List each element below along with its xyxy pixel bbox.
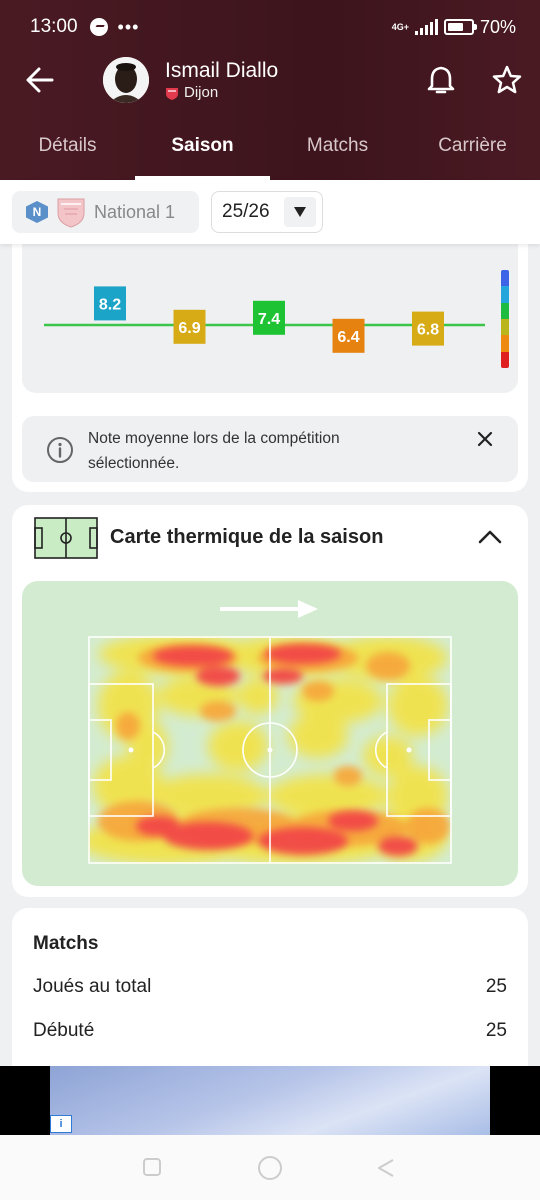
chevron-up-icon[interactable] [476, 525, 504, 549]
matches-title: Matchs [33, 933, 99, 954]
signal-icon [414, 19, 438, 35]
heatmap-card: Carte thermique de la saison [12, 505, 528, 897]
arrow-right-icon [220, 600, 318, 618]
scale-segment [501, 270, 509, 287]
stat-row: Débuté 25 [33, 1020, 507, 1042]
messenger-icon [89, 18, 108, 36]
heat-blob [258, 827, 348, 855]
heat-blob [328, 811, 378, 831]
rating-value: 6.4 [337, 329, 359, 346]
season-ratings-card: 8.2 6.9 7.4 6.4 6.8 Note moyenne lors de la … [12, 240, 528, 492]
heat-blob [116, 712, 140, 740]
status-time: 13:00 [30, 16, 78, 37]
heat-blob [238, 678, 278, 714]
season-value: 25/26 [222, 201, 270, 222]
heat-blob [388, 676, 448, 736]
club-name: Dijon [184, 84, 219, 101]
scale-segment [501, 286, 509, 303]
home-button-icon[interactable] [257, 1155, 283, 1181]
rating-badge[interactable]: 6.8 [412, 311, 444, 346]
stat-label: Joués au total [33, 976, 152, 997]
scale-segment [501, 302, 509, 319]
star-outline-icon[interactable] [491, 64, 523, 96]
club-row[interactable]: Dijon [165, 84, 218, 101]
dropdown-toggle[interactable] [284, 197, 316, 227]
recents-button-icon[interactable] [142, 1157, 162, 1177]
heat-blob [153, 646, 233, 666]
heat-blob [366, 652, 410, 680]
matches-card: Matchs Joués au total 25 Débuté 25 [12, 908, 528, 1083]
heat-blob [363, 736, 413, 776]
tab-details[interactable]: Détails [0, 118, 135, 180]
club-crest-icon [166, 87, 178, 100]
info-text: Note moyenne lors de la compétition séle… [88, 430, 340, 472]
stat-value: 25 [485, 976, 507, 997]
player-name: Ismail Diallo [165, 59, 279, 82]
heat-blob [136, 816, 180, 836]
info-icon [47, 437, 73, 463]
rating-color-scale [501, 270, 509, 368]
stat-label: Débuté [33, 1020, 95, 1041]
dijon-crest-icon [57, 198, 85, 228]
tab-matchs[interactable]: Matchs [270, 118, 405, 180]
competition-selector[interactable]: N National 1 [12, 191, 199, 233]
more-notifications-icon: ••• [117, 16, 140, 37]
ratings-chart: 8.2 6.9 7.4 6.4 6.8 [22, 240, 518, 393]
battery-percent: 70% [479, 16, 516, 37]
rating-value: 6.8 [417, 322, 439, 339]
heat-blob [302, 681, 334, 701]
system-nav-bar [0, 1135, 540, 1200]
tab-bar: Détails Saison Matchs Carrière [0, 118, 540, 180]
season-selector[interactable]: 25/26 [211, 191, 323, 233]
scale-segment [501, 318, 509, 336]
back-arrow-icon[interactable] [22, 62, 58, 98]
filter-bar: N National 1 25/26 [0, 180, 540, 244]
close-icon[interactable] [475, 429, 495, 449]
bell-icon[interactable] [426, 64, 456, 96]
tab-saison[interactable]: Saison [135, 118, 270, 180]
heat-blob [334, 766, 362, 786]
tab-carriere[interactable]: Carrière [405, 118, 540, 180]
heat-blob [265, 644, 341, 664]
rating-badge[interactable]: 7.4 [253, 300, 285, 335]
pitch-icon [34, 517, 98, 559]
rating-badge[interactable]: 8.2 [94, 286, 126, 321]
triangle-down-icon [294, 207, 306, 217]
battery-icon [443, 19, 477, 35]
heat-blob [196, 666, 240, 686]
rating-value: 6.9 [178, 320, 200, 337]
rating-badge[interactable]: 6.4 [332, 318, 365, 353]
ad-image[interactable] [50, 1066, 490, 1135]
heatmap-pitch [88, 636, 452, 864]
scale-segment [501, 351, 509, 368]
competition-name: National 1 [94, 201, 176, 222]
rating-value: 8.2 [99, 296, 121, 313]
ratings-svg: 8.2 6.9 7.4 6.4 6.8 [44, 286, 485, 353]
status-bar: 13:00 ••• 4G+ 70% [30, 14, 516, 40]
stat-row: Joués au total 25 [33, 976, 507, 998]
heat-blob [263, 668, 303, 684]
app-header: 13:00 ••• 4G+ 70% Ismail Diallo Dijon Dé… [0, 0, 540, 180]
stat-value: 25 [485, 1020, 507, 1041]
back-button-icon[interactable] [376, 1157, 396, 1179]
heatmap-title: Carte thermique de la saison [110, 526, 384, 548]
rating-badge[interactable]: 6.9 [173, 309, 206, 344]
rating-value: 7.4 [258, 311, 280, 328]
ad-info-icon[interactable]: i [50, 1115, 72, 1133]
heat-blob [208, 721, 268, 771]
ad-banner[interactable]: i [0, 1066, 540, 1135]
heat-blob [378, 836, 418, 856]
heat-blob [406, 808, 450, 844]
heat-blob [200, 701, 236, 721]
player-avatar[interactable] [103, 57, 149, 103]
info-banner: Note moyenne lors de la compétition séle… [22, 416, 518, 482]
scale-segment [501, 335, 509, 352]
league-badge-icon: N [26, 201, 48, 223]
network-type: 4G+ [391, 21, 409, 32]
heatmap-panel [22, 581, 518, 886]
